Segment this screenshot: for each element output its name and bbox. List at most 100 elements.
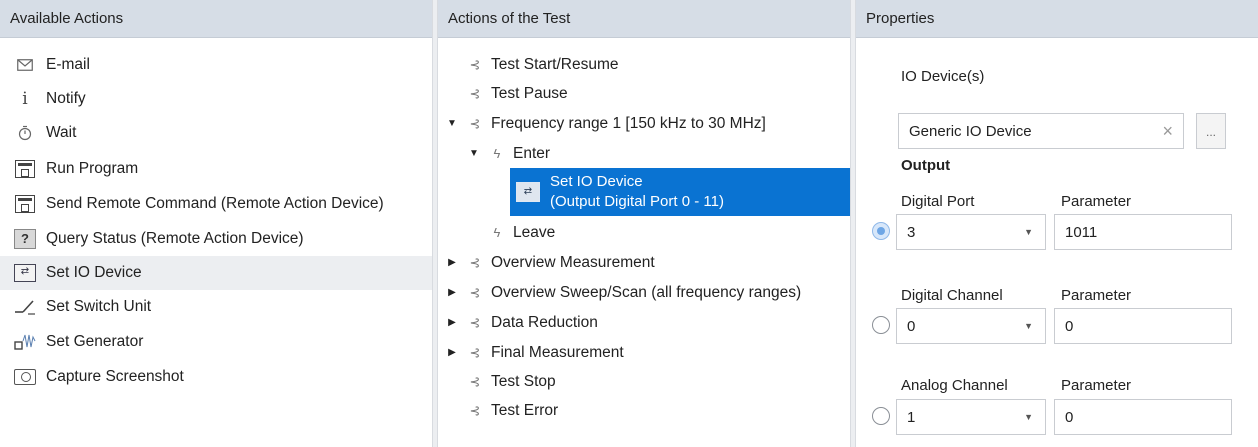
digital-port-parameter-input[interactable]: 1011	[1054, 214, 1232, 250]
digital-channel-select[interactable]: 0 ▼	[896, 308, 1046, 344]
digital-channel-radio[interactable]	[872, 316, 890, 334]
clear-icon[interactable]: ×	[1162, 121, 1173, 142]
event-icon: ⊰	[469, 344, 481, 360]
io-device-field[interactable]: Generic IO Device ×	[898, 113, 1184, 149]
enter-event-icon: ϟ	[493, 146, 501, 161]
action-set-io-device-label: Set IO Device	[46, 264, 142, 281]
digital-channel-parameter-input[interactable]: 0	[1054, 308, 1232, 344]
available-actions-header: Available Actions	[0, 0, 432, 38]
analog-channel-select[interactable]: 1 ▼	[896, 399, 1046, 435]
browse-io-device-button[interactable]: ...	[1196, 113, 1226, 149]
expanded-arrow-icon[interactable]: ▼	[445, 118, 459, 129]
action-run-program-label: Run Program	[46, 160, 139, 177]
tree-node-data-reduction[interactable]: ▶ ⊰ Data Reduction	[445, 308, 598, 337]
action-set-io-device[interactable]: ⇄ Set IO Device	[0, 256, 432, 290]
action-capture-screenshot[interactable]: Capture Screenshot	[0, 360, 432, 394]
analog-channel-label: Analog Channel	[901, 377, 1008, 394]
digital-port-value: 3	[907, 223, 916, 241]
digital-channel-parameter-label: Parameter	[1061, 287, 1132, 304]
analog-channel-parameter-input[interactable]: 0	[1054, 399, 1232, 435]
tree-node-label: Leave	[513, 223, 556, 241]
action-send-remote-command-label: Send Remote Command (Remote Action Devic…	[46, 195, 384, 212]
tree-node-label: Test Pause	[491, 84, 568, 102]
digital-port-select[interactable]: 3 ▼	[896, 214, 1046, 250]
query-status-icon: ?	[14, 228, 36, 250]
tree-node-label: Enter	[513, 144, 551, 162]
collapsed-arrow-icon[interactable]: ▶	[445, 347, 459, 358]
action-set-switch-unit-label: Set Switch Unit	[46, 298, 152, 315]
digital-channel-label: Digital Channel	[901, 287, 1003, 304]
io-device-value: Generic IO Device	[909, 122, 1032, 140]
tree-node-enter[interactable]: ▼ ϟ Enter	[467, 139, 550, 168]
action-email[interactable]: E-mail	[0, 48, 432, 82]
io-device-icon: ⇄	[14, 262, 36, 284]
tree-node-label: Test Start/Resume	[491, 55, 619, 73]
tree-node-label: Final Measurement	[491, 343, 624, 361]
tree-node-frequency-range[interactable]: ▼ ⊰ Frequency range 1 [150 kHz to 30 MHz…	[445, 109, 766, 138]
tree-node-test-start[interactable]: ⊰ Test Start/Resume	[467, 50, 619, 79]
tree-node-test-pause[interactable]: ⊰ Test Pause	[467, 79, 568, 108]
tree-node-set-io-device[interactable]: ⇄ Set IO Device (Output Digital Port 0 -…	[510, 168, 852, 216]
info-icon: i	[22, 89, 28, 109]
action-wait[interactable]: Wait	[0, 116, 432, 150]
action-email-label: E-mail	[46, 56, 90, 73]
tree-node-label: Data Reduction	[491, 313, 598, 331]
event-icon: ⊰	[469, 314, 481, 330]
tree-node-label: Test Error	[491, 401, 559, 419]
event-icon: ⊰	[469, 254, 481, 270]
action-set-generator-label: Set Generator	[46, 333, 144, 350]
tree-node-test-error[interactable]: ⊰ Test Error	[467, 396, 559, 425]
available-actions-pane: Available Actions E-mail i Notify Wait R…	[0, 0, 432, 447]
action-set-switch-unit[interactable]: Set Switch Unit	[0, 290, 432, 324]
action-query-status-label: Query Status (Remote Action Device)	[46, 230, 304, 247]
tree-node-label: Overview Sweep/Scan (all frequency range…	[491, 283, 802, 301]
action-notify-label: Notify	[46, 90, 86, 107]
io-devices-label: IO Device(s)	[901, 68, 985, 85]
action-set-generator[interactable]: Set Generator	[0, 325, 432, 359]
collapsed-arrow-icon[interactable]: ▶	[445, 317, 459, 328]
camera-icon	[14, 366, 36, 388]
action-run-program[interactable]: Run Program	[0, 152, 432, 186]
tree-node-label: Test Stop	[491, 372, 556, 390]
event-icon: ⊰	[469, 115, 481, 131]
properties-header: Properties	[856, 0, 1258, 38]
digital-channel-value: 0	[907, 317, 916, 335]
dropdown-arrow-icon: ▼	[1024, 227, 1033, 237]
action-query-status[interactable]: ? Query Status (Remote Action Device)	[0, 222, 432, 256]
action-send-remote-command[interactable]: Send Remote Command (Remote Action Devic…	[0, 187, 432, 221]
tree-node-set-io-title: Set IO Device	[550, 173, 643, 190]
digital-port-label: Digital Port	[901, 193, 975, 210]
tree-node-label: Overview Measurement	[491, 253, 655, 271]
tree-node-label: Frequency range 1 [150 kHz to 30 MHz]	[491, 114, 766, 132]
analog-channel-radio[interactable]	[872, 407, 890, 425]
event-icon: ⊰	[469, 85, 481, 101]
envelope-icon	[14, 54, 36, 76]
leave-event-icon: ϟ	[493, 225, 501, 240]
expanded-arrow-icon[interactable]: ▼	[467, 148, 481, 159]
tree-node-overview-sweep[interactable]: ▶ ⊰ Overview Sweep/Scan (all frequency r…	[445, 278, 801, 307]
event-icon: ⊰	[469, 56, 481, 72]
test-actions-header: Actions of the Test	[438, 0, 850, 38]
action-wait-label: Wait	[46, 124, 77, 141]
digital-port-parameter-label: Parameter	[1061, 193, 1132, 210]
action-notify[interactable]: i Notify	[0, 82, 432, 116]
event-icon: ⊰	[469, 402, 481, 418]
dropdown-arrow-icon: ▼	[1024, 412, 1033, 422]
collapsed-arrow-icon[interactable]: ▶	[445, 287, 459, 298]
tree-node-final-measurement[interactable]: ▶ ⊰ Final Measurement	[445, 338, 624, 367]
tree-node-leave[interactable]: ϟ Leave	[489, 218, 556, 247]
run-program-icon	[14, 158, 36, 180]
collapsed-arrow-icon[interactable]: ▶	[445, 257, 459, 268]
action-capture-screenshot-label: Capture Screenshot	[46, 368, 184, 385]
analog-channel-value: 1	[907, 408, 916, 426]
tree-node-overview-measurement[interactable]: ▶ ⊰ Overview Measurement	[445, 248, 655, 277]
stopwatch-icon	[14, 122, 36, 144]
generator-icon	[14, 331, 36, 353]
dropdown-arrow-icon: ▼	[1024, 321, 1033, 331]
output-section-title: Output	[901, 157, 951, 174]
tree-node-test-stop[interactable]: ⊰ Test Stop	[467, 367, 556, 396]
digital-channel-parameter-value: 0	[1065, 317, 1074, 335]
properties-pane: Properties IO Device(s) Generic IO Devic…	[856, 0, 1258, 447]
digital-port-radio[interactable]	[872, 222, 890, 240]
event-icon: ⊰	[469, 284, 481, 300]
